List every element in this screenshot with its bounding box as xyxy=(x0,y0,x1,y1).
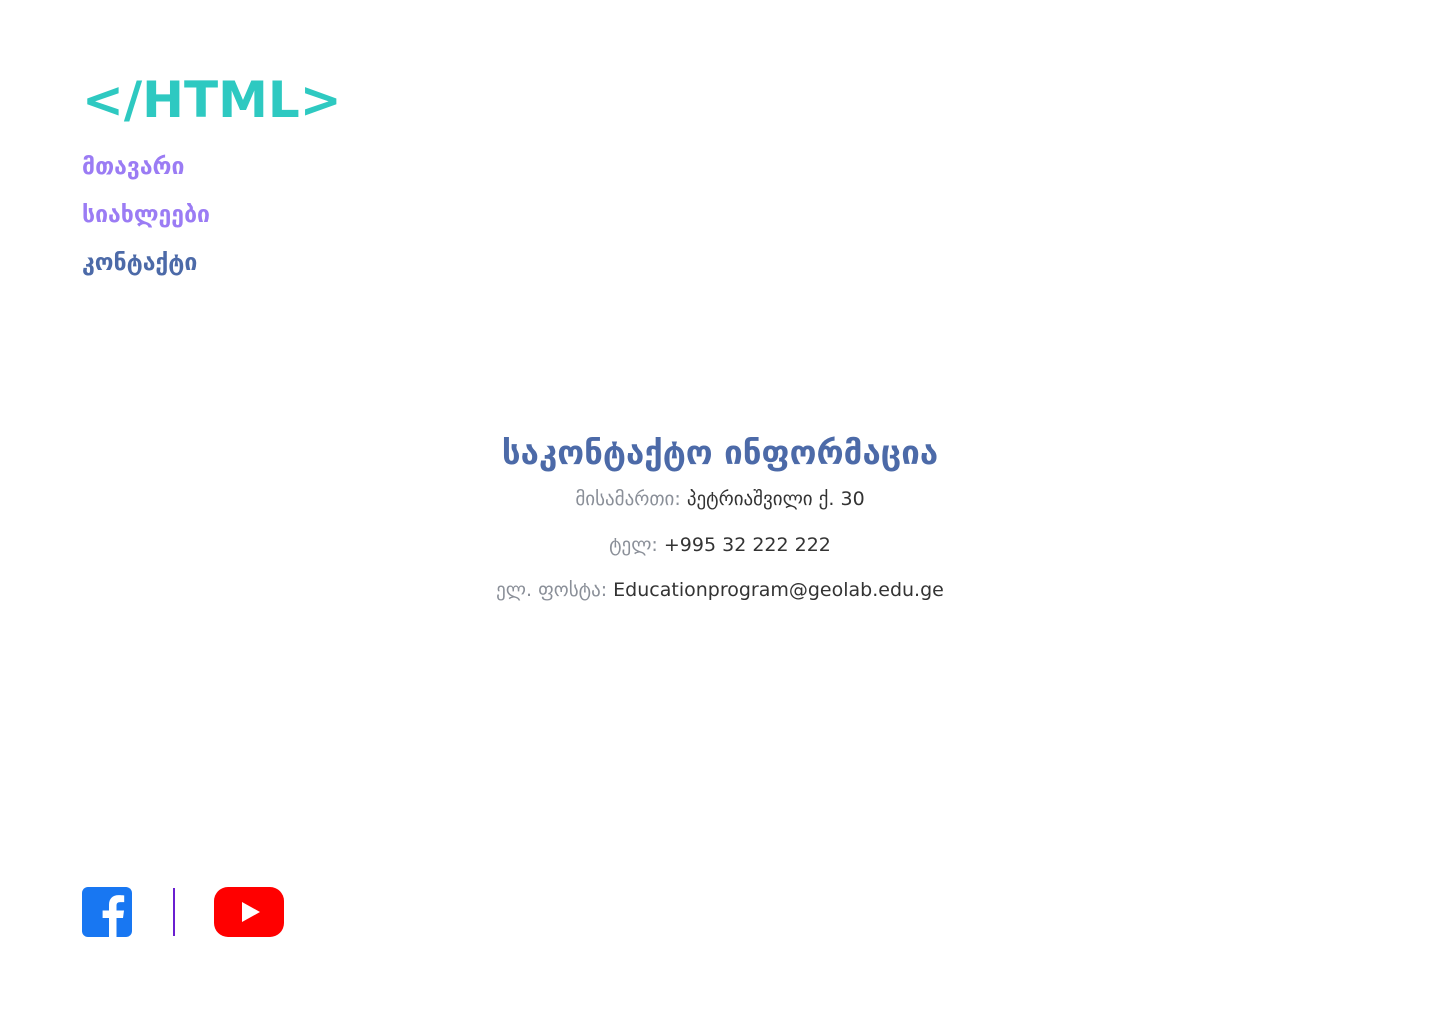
contact-title: საკონტაქტო ინფორმაცია xyxy=(501,433,939,472)
phone-value: +995 32 222 222 xyxy=(663,534,831,556)
phone-row: ტელ: +995 32 222 222 xyxy=(0,532,1440,558)
youtube-link[interactable] xyxy=(214,887,284,937)
address-value: პეტრიაშვილი ქ. 30 xyxy=(686,488,865,510)
address-row: მისამართი: პეტრიაშვილი ქ. 30 xyxy=(0,486,1440,512)
facebook-link[interactable] xyxy=(82,887,132,937)
youtube-icon[interactable] xyxy=(214,887,284,937)
phone-label: ტელ: xyxy=(609,534,658,556)
address-label: მისამართი: xyxy=(575,488,681,510)
main-nav: მთავარი სიახლეები კონტაქტი xyxy=(82,152,210,278)
nav-item-home[interactable]: მთავარი xyxy=(82,152,210,182)
social-divider xyxy=(173,888,175,936)
email-label: ელ. ფოსტა: xyxy=(496,579,608,601)
nav-item-news[interactable]: სიახლეები xyxy=(82,200,210,230)
email-row: ელ. ფოსტა: Educationprogram@geolab.edu.g… xyxy=(0,577,1440,603)
email-value: Educationprogram@geolab.edu.ge xyxy=(613,579,944,601)
facebook-icon[interactable] xyxy=(82,887,132,937)
nav-item-contact[interactable]: კონტაქტი xyxy=(82,248,210,278)
social-links xyxy=(82,887,284,937)
contact-section: საკონტაქტო ინფორმაცია მისამართი: პეტრიაშ… xyxy=(0,430,1440,603)
site-logo[interactable]: </HTML> xyxy=(82,70,342,130)
